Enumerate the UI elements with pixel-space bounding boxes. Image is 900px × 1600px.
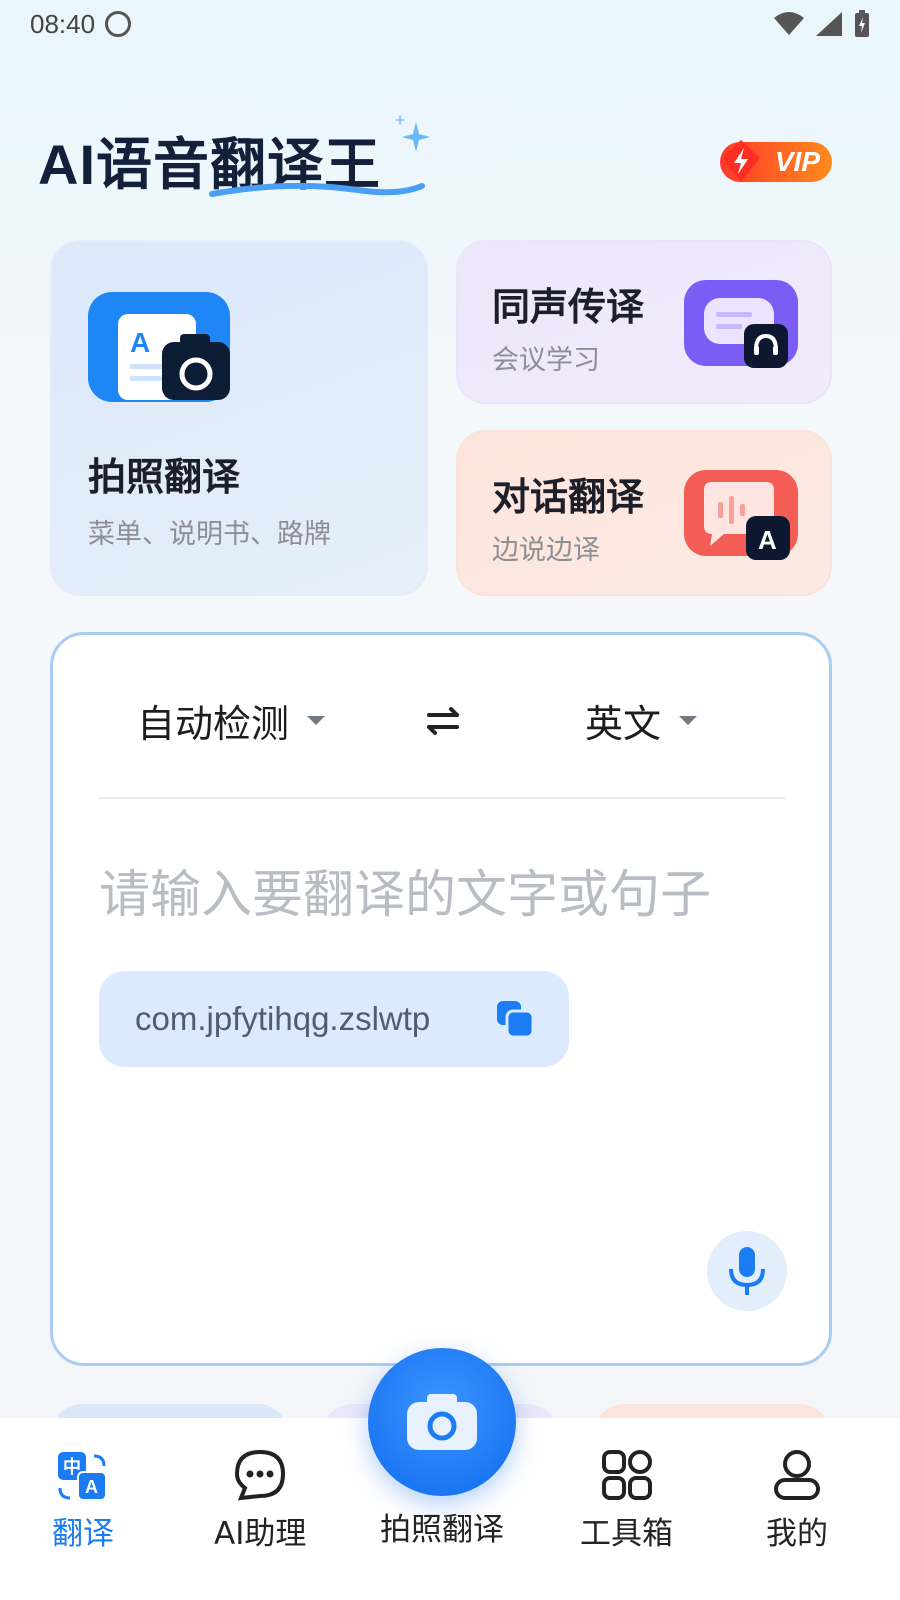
dialog-subtitle: 边说边译 bbox=[492, 535, 600, 566]
tab-label: 我的 bbox=[766, 1516, 828, 1552]
tab-me[interactable]: 我的 bbox=[766, 1448, 828, 1553]
divider bbox=[99, 797, 785, 799]
swap-languages-icon[interactable] bbox=[423, 701, 463, 741]
photo-translate-icon: A bbox=[88, 292, 230, 402]
translation-panel: 自动检测 英文 请输入要翻译的文字或句子 com.jpfytihqg.zslwt… bbox=[50, 632, 832, 1366]
dialog-title: 对话翻译 bbox=[492, 475, 645, 519]
chevron-down-icon bbox=[307, 716, 326, 725]
camera-tab-label[interactable]: 拍照翻译 bbox=[368, 1504, 516, 1549]
target-language-select[interactable]: 英文 bbox=[585, 693, 698, 748]
title-swoosh-decoration bbox=[209, 182, 425, 197]
headset-chat-icon bbox=[684, 280, 798, 368]
svg-text:A: A bbox=[758, 525, 777, 555]
vip-badge[interactable]: VIP bbox=[720, 140, 832, 182]
tab-label: AI助理 bbox=[214, 1516, 307, 1552]
lightning-icon bbox=[722, 140, 760, 182]
simultaneous-translate-card[interactable]: 同声传译 会议学习 bbox=[456, 240, 832, 404]
photo-translate-card[interactable]: A 拍照翻译 菜单、说明书、路牌 bbox=[50, 240, 428, 596]
cellular-icon bbox=[816, 12, 842, 36]
wifi-icon bbox=[774, 12, 804, 35]
voice-chat-icon: A bbox=[684, 470, 798, 560]
photo-translate-subtitle: 菜单、说明书、路牌 bbox=[88, 519, 331, 550]
notification-icon bbox=[105, 11, 132, 37]
status-bar: 08:40 bbox=[0, 0, 900, 48]
svg-text:A: A bbox=[85, 1477, 98, 1497]
camera-fab-button[interactable] bbox=[368, 1348, 516, 1496]
status-time: 08:40 bbox=[30, 8, 96, 39]
translate-input[interactable]: 请输入要翻译的文字或句子 bbox=[99, 853, 789, 927]
source-language-select[interactable]: 自动检测 bbox=[137, 693, 326, 748]
status-icons bbox=[774, 10, 870, 38]
tab-translate[interactable]: 中 A 翻译 bbox=[52, 1448, 114, 1553]
battery-icon bbox=[855, 10, 869, 37]
translate-icon: 中 A bbox=[58, 1452, 107, 1501]
sparkle-icon bbox=[394, 114, 430, 152]
tab-label: 工具箱 bbox=[580, 1516, 673, 1552]
chat-bubble-icon bbox=[235, 1449, 286, 1501]
person-icon bbox=[774, 1450, 820, 1500]
source-language-label: 自动检测 bbox=[137, 702, 290, 746]
tab-toolbox[interactable]: 工具箱 bbox=[580, 1448, 673, 1553]
camera-icon bbox=[407, 1394, 477, 1450]
target-language-label: 英文 bbox=[585, 702, 662, 746]
tab-label: 翻译 bbox=[52, 1516, 114, 1552]
svg-text:A: A bbox=[130, 327, 150, 358]
microphone-button[interactable] bbox=[707, 1231, 787, 1311]
photo-translate-title: 拍照翻译 bbox=[88, 455, 241, 499]
vip-label: VIP bbox=[774, 146, 820, 177]
package-chip[interactable]: com.jpfytihqg.zslwtp bbox=[99, 971, 569, 1067]
copy-icon[interactable] bbox=[495, 999, 535, 1039]
package-name: com.jpfytihqg.zslwtp bbox=[135, 1000, 431, 1037]
tab-ai-assistant[interactable]: AI助理 bbox=[214, 1448, 306, 1553]
grid-apps-icon bbox=[601, 1450, 652, 1500]
language-selector-row: 自动检测 英文 bbox=[53, 685, 829, 755]
microphone-icon bbox=[729, 1247, 765, 1295]
simultaneous-title: 同声传译 bbox=[492, 285, 645, 329]
simultaneous-subtitle: 会议学习 bbox=[492, 345, 600, 376]
app-title-wrap: AI语音翻译王 bbox=[38, 114, 430, 201]
dialog-translate-card[interactable]: 对话翻译 边说边译 A bbox=[456, 430, 832, 596]
chevron-down-icon bbox=[679, 716, 698, 725]
